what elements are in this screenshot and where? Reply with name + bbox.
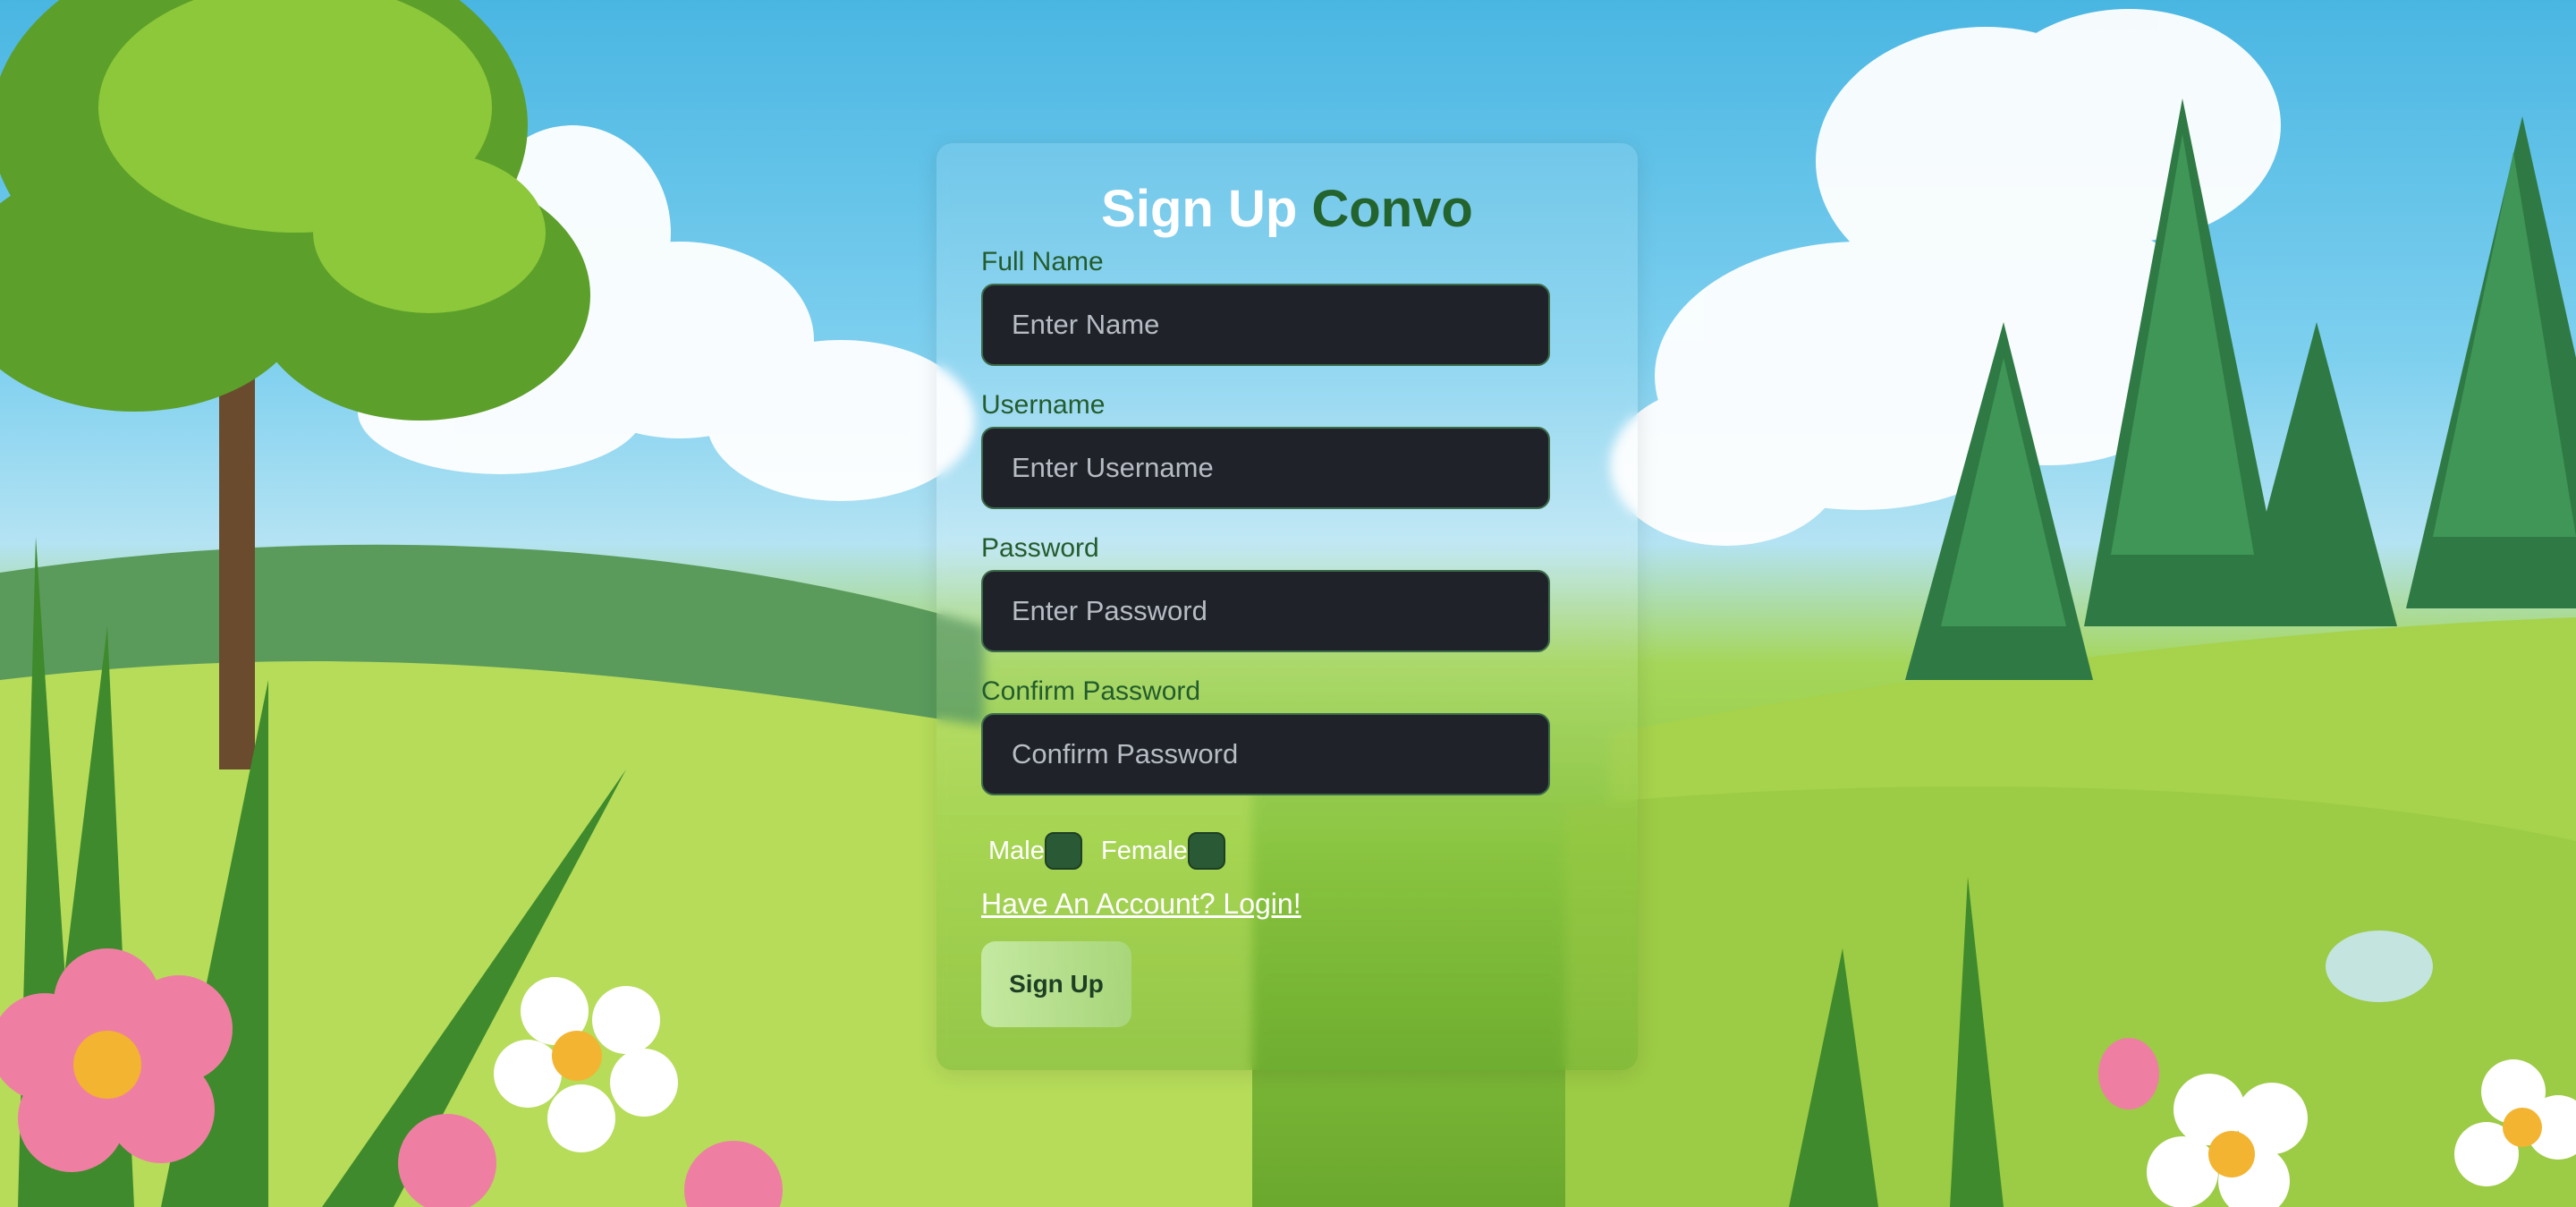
male-checkbox[interactable] [1044, 832, 1082, 870]
brand-name: Convo [1311, 180, 1473, 238]
full-name-input[interactable] [981, 284, 1550, 366]
title-text: Sign Up [1101, 180, 1298, 238]
male-label: Male [988, 836, 1045, 865]
confirm-password-label: Confirm Password [981, 676, 1201, 706]
username-label: Username [981, 390, 1106, 420]
full-name-label: Full Name [981, 247, 1104, 276]
signup-card: Sign Up Convo Full Name Username Passwor… [936, 143, 1638, 1070]
page-background: Sign Up Convo Full Name Username Passwor… [0, 0, 2576, 1207]
login-link[interactable]: Have An Account? Login! [981, 888, 1301, 921]
female-label: Female [1101, 836, 1188, 865]
password-input[interactable] [981, 570, 1550, 652]
confirm-password-input[interactable] [981, 713, 1550, 795]
female-checkbox[interactable] [1187, 832, 1225, 870]
password-label: Password [981, 533, 1099, 563]
page-title: Sign Up Convo [936, 179, 1638, 239]
username-input[interactable] [981, 427, 1550, 509]
gender-female-option[interactable]: Female [1101, 832, 1225, 870]
gender-male-option[interactable]: Male [988, 832, 1082, 870]
signup-button[interactable]: Sign Up [981, 941, 1131, 1027]
